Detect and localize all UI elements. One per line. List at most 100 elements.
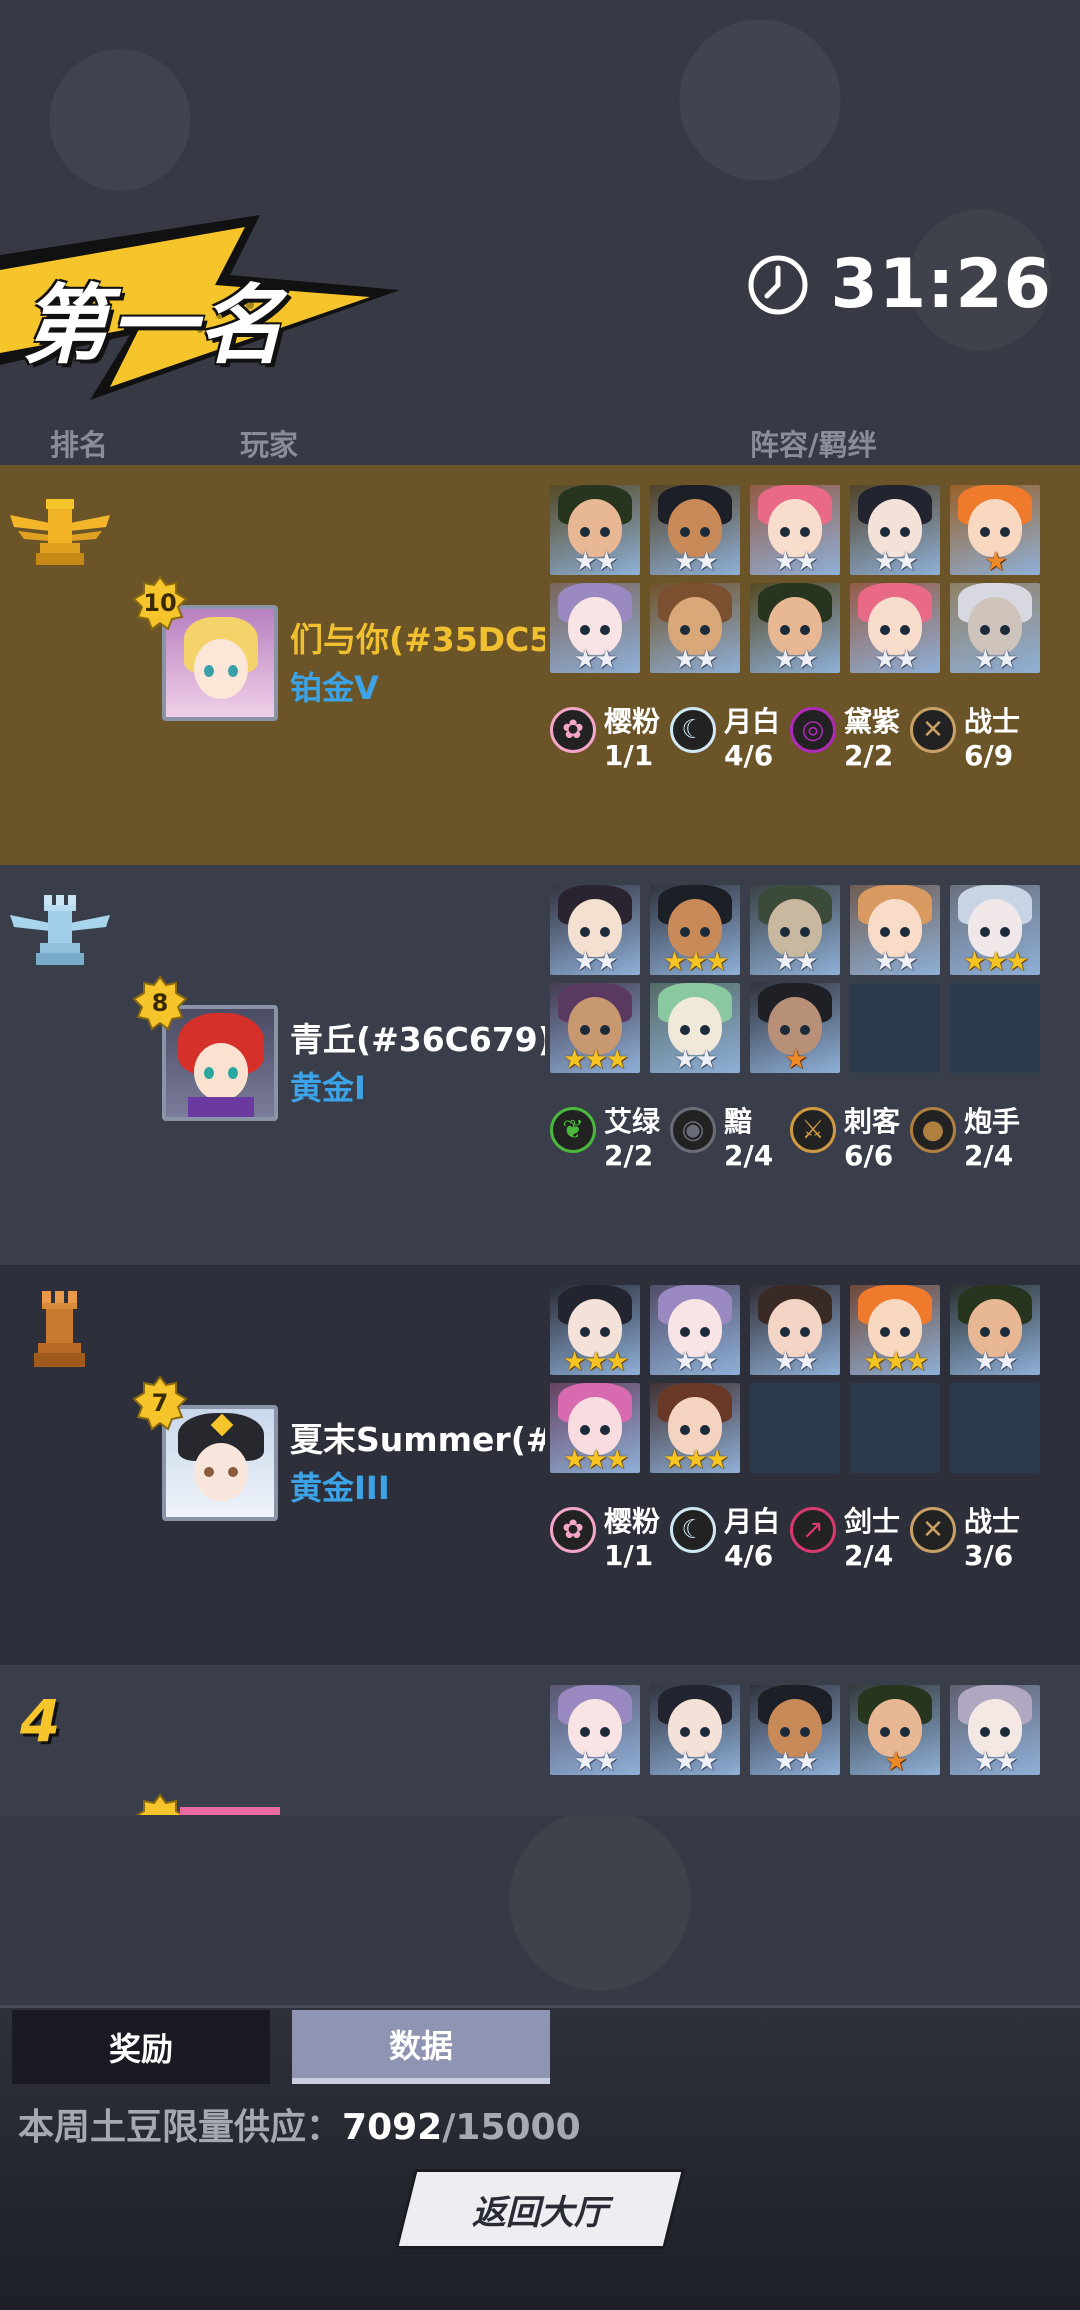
- ranking-row-1[interactable]: 10 们与你(#35DC58) 铂金V ★★★★★★★★★★★★★★★★★★★ …: [0, 465, 1080, 865]
- back-to-lobby-button[interactable]: 返回大厅: [398, 2172, 682, 2246]
- synergy-item[interactable]: ❦ 艾绿 2/2: [550, 1105, 670, 1173]
- level-number: 10: [143, 589, 177, 617]
- hero-eye: [780, 927, 790, 937]
- rank-number: 4: [20, 1687, 61, 1755]
- synergy-text: 黯 2/4: [724, 1105, 773, 1173]
- tab-rewards[interactable]: 奖励: [12, 2010, 270, 2084]
- hero-eye: [1000, 1727, 1010, 1737]
- page-title: 第一名: [22, 276, 286, 376]
- hero-portrait[interactable]: ★★: [550, 1685, 640, 1775]
- hero-portrait[interactable]: ★★: [650, 485, 740, 575]
- synergy-text: 艾绿 2/2: [604, 1105, 660, 1173]
- hero-portrait[interactable]: ★★: [650, 1285, 740, 1375]
- hero-star-rating: ★★: [773, 1347, 819, 1375]
- synergy-name: 战士: [964, 705, 1021, 738]
- hero-portrait[interactable]: ★★: [650, 1685, 740, 1775]
- ranking-row-3[interactable]: 7 夏末Summer(#375 黄金III ★★★★★★★★★★★★★★★★★★…: [0, 1265, 1080, 1665]
- hero-star-rating: ★★: [773, 1747, 819, 1775]
- moon-icon: ☾: [670, 707, 716, 753]
- hero-eye: [880, 625, 890, 635]
- hero-portrait[interactable]: ★: [850, 1685, 940, 1775]
- hero-portrait[interactable]: ★: [950, 485, 1040, 575]
- hero-portrait[interactable]: ★★: [950, 583, 1040, 673]
- hero-eye: [600, 625, 610, 635]
- hero-portrait[interactable]: ★★: [550, 885, 640, 975]
- hero-portrait[interactable]: ★★: [850, 885, 940, 975]
- empty-hero-slot: [850, 983, 940, 1073]
- hero-portrait[interactable]: ★★: [750, 485, 840, 575]
- synergy-count: 2/4: [724, 1139, 774, 1172]
- hero-eye: [580, 1025, 590, 1035]
- empty-hero-slot: [850, 1383, 940, 1473]
- hero-eye: [700, 1727, 710, 1737]
- synergy-item[interactable]: ↗ 剑士 2/4: [790, 1505, 910, 1573]
- hero-portrait[interactable]: ★★★: [850, 1285, 940, 1375]
- player-avatar-wrap[interactable]: 7: [132, 1375, 278, 1521]
- hero-star-rating: ★★: [573, 1747, 619, 1775]
- level-number: 8: [151, 989, 169, 1017]
- synergy-item[interactable]: ✿ 樱粉 1/1: [550, 705, 670, 773]
- synergy-text: 黛紫 2/2: [844, 705, 900, 773]
- sword-icon: ↗: [790, 1507, 836, 1553]
- synergy-text: 樱粉 1/1: [604, 705, 660, 773]
- swords-icon: ✕: [910, 1507, 956, 1553]
- hero-eye: [700, 1425, 710, 1435]
- hero-portrait[interactable]: ★★: [950, 1285, 1040, 1375]
- column-header-lineup: 阵容/羁绊: [750, 428, 877, 462]
- hero-eye: [1000, 1327, 1010, 1337]
- hero-star-rating: ★★★: [563, 1347, 629, 1375]
- hero-portrait[interactable]: ★: [750, 983, 840, 1073]
- synergy-item[interactable]: ☾ 月白 4/6: [670, 1505, 790, 1573]
- hero-star-rating: ★: [884, 1747, 907, 1775]
- hero-star-rating: ★★: [773, 947, 819, 975]
- synergy-item[interactable]: ✕ 战士 6/9: [910, 705, 1030, 773]
- hero-portrait[interactable]: ★★★: [950, 885, 1040, 975]
- synergy-item[interactable]: ☾ 月白 4/6: [670, 705, 790, 773]
- synergy-name: 艾绿: [604, 1105, 661, 1138]
- hero-eye: [780, 1025, 790, 1035]
- synergy-name: 刺客: [844, 1105, 901, 1138]
- hero-portrait[interactable]: ★★: [550, 583, 640, 673]
- hero-portrait[interactable]: ★★: [750, 583, 840, 673]
- player-name: 青丘(#36C679): [290, 1020, 545, 1059]
- hero-portrait[interactable]: ★★: [750, 1285, 840, 1375]
- synergy-item[interactable]: ◉ 黯 2/4: [670, 1105, 790, 1173]
- avatar[interactable]: [180, 1807, 280, 1815]
- synergy-item[interactable]: ● 炮手 2/4: [910, 1105, 1030, 1173]
- synergy-item[interactable]: ✿ 樱粉 1/1: [550, 1505, 670, 1573]
- level-number: 7: [151, 1389, 169, 1417]
- hero-eye: [800, 927, 810, 937]
- hero-eye: [880, 1727, 890, 1737]
- synergy-item[interactable]: ⚔ 刺客 6/6: [790, 1105, 910, 1173]
- hero-star-rating: ★: [784, 1045, 807, 1073]
- empty-hero-slot: [950, 1383, 1040, 1473]
- hero-eye: [580, 1327, 590, 1337]
- player-avatar-wrap[interactable]: 8: [132, 975, 278, 1121]
- hero-portrait[interactable]: ★★: [650, 583, 740, 673]
- cannon-icon: ●: [910, 1107, 956, 1153]
- hero-portrait[interactable]: ★★★: [550, 983, 640, 1073]
- hero-portrait[interactable]: ★★: [950, 1685, 1040, 1775]
- tab-data[interactable]: 数据: [292, 2010, 550, 2084]
- hero-portrait[interactable]: ★★★: [650, 1383, 740, 1473]
- synergy-item[interactable]: ✕ 战士 3/6: [910, 1505, 1030, 1573]
- column-header-player: 玩家: [240, 428, 299, 462]
- player-avatar-wrap[interactable]: 10: [132, 575, 278, 721]
- synergy-item[interactable]: ◎ 黛紫 2/2: [790, 705, 910, 773]
- hero-portrait[interactable]: ★★: [650, 983, 740, 1073]
- hero-portrait[interactable]: ★★★: [550, 1285, 640, 1375]
- hero-portrait[interactable]: ★★: [750, 1685, 840, 1775]
- ranking-row-4[interactable]: 4 ★★ ★★ ★★ ★ ★★: [0, 1665, 1080, 1815]
- hero-portrait[interactable]: ★★: [750, 885, 840, 975]
- hero-eye: [980, 1727, 990, 1737]
- hero-eye: [580, 625, 590, 635]
- hero-portrait[interactable]: ★★: [850, 583, 940, 673]
- hero-portrait[interactable]: ★★★: [550, 1383, 640, 1473]
- hero-portrait[interactable]: ★★: [850, 485, 940, 575]
- swirl-icon: ◎: [790, 707, 836, 753]
- hero-eye: [600, 927, 610, 937]
- hero-portrait[interactable]: ★★★: [650, 885, 740, 975]
- hero-eye: [680, 927, 690, 937]
- ranking-row-2[interactable]: 8 青丘(#36C679) 黄金I ★★ ★★★ ★★ ★★ ★★★ ★★★ ★★ ★ ❦ 艾绿…: [0, 865, 1080, 1265]
- hero-portrait[interactable]: ★★: [550, 485, 640, 575]
